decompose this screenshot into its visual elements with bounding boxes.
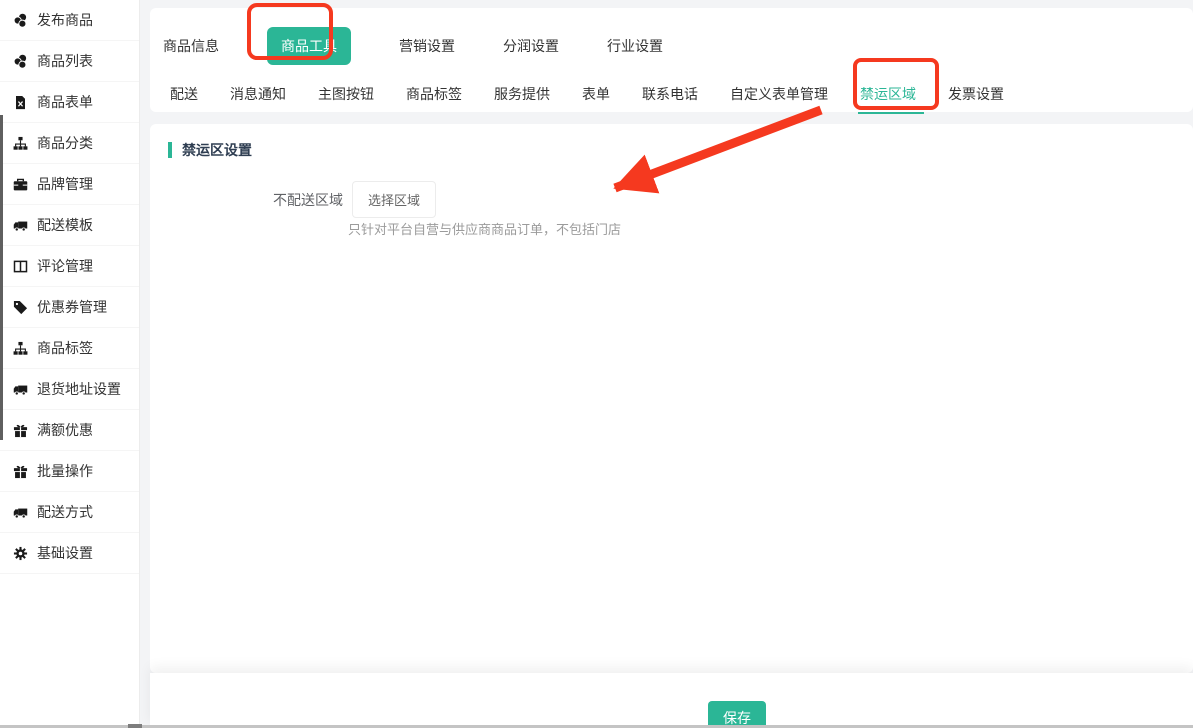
app-window: 发布商品 商品列表 商品表单 商品分类 品牌管理 配送模板 评论管理 优惠券管 (0, 0, 1193, 728)
subtab-delivery[interactable]: 配送 (170, 84, 198, 104)
tabs-panel: 商品信息 商品工具 营销设置 分润设置 行业设置 配送 消息通知 主图按钮 商品… (150, 8, 1193, 112)
sidebar-item-batch-operations[interactable]: 批量操作 (0, 451, 139, 492)
tag-icon (13, 300, 28, 315)
sidebar-item-label: 配送模板 (37, 215, 93, 235)
subtab-contact-phone[interactable]: 联系电话 (642, 84, 698, 104)
section-accent-bar (168, 142, 172, 158)
no-delivery-region-row: 不配送区域 选择区域 (273, 181, 436, 218)
subtab-custom-form-management[interactable]: 自定义表单管理 (730, 84, 828, 104)
sidebar-item-label: 品牌管理 (37, 174, 93, 194)
tab-product-tools[interactable]: 商品工具 (267, 27, 351, 65)
sidebar-item-label: 退货地址设置 (37, 379, 121, 399)
vertical-scrollbar[interactable] (0, 115, 3, 440)
sidebar: 发布商品 商品列表 商品表单 商品分类 品牌管理 配送模板 评论管理 优惠券管 (0, 0, 140, 728)
columns-icon (13, 259, 28, 274)
secondary-tab-bar: 配送 消息通知 主图按钮 商品标签 服务提供 表单 联系电话 自定义表单管理 禁… (170, 84, 1004, 104)
file-icon (13, 95, 28, 110)
sidebar-item-comment-management[interactable]: 评论管理 (0, 246, 139, 287)
subtab-message-notification[interactable]: 消息通知 (230, 84, 286, 104)
embargo-settings-panel: 禁运区设置 不配送区域 选择区域 只针对平台自营与供应商商品订单，不包括门店 (150, 124, 1193, 673)
sidebar-item-full-amount-discount[interactable]: 满额优惠 (0, 410, 139, 451)
sidebar-item-label: 配送方式 (37, 502, 93, 522)
tab-product-info[interactable]: 商品信息 (163, 36, 219, 56)
sidebar-item-label: 优惠券管理 (37, 297, 107, 317)
sidebar-item-label: 商品列表 (37, 51, 93, 71)
sidebar-item-product-tags[interactable]: 商品标签 (0, 328, 139, 369)
subtab-service-provision[interactable]: 服务提供 (494, 84, 550, 104)
subtab-product-tags[interactable]: 商品标签 (406, 84, 462, 104)
subtab-invoice-settings[interactable]: 发票设置 (948, 84, 1004, 104)
tab-marketing-settings[interactable]: 营销设置 (399, 36, 455, 56)
sitemap-icon (13, 136, 28, 151)
choose-region-button[interactable]: 选择区域 (352, 181, 436, 218)
sidebar-item-basic-settings[interactable]: 基础设置 (0, 533, 139, 574)
truck-icon (13, 218, 28, 233)
sidebar-item-label: 商品标签 (37, 338, 93, 358)
tab-industry-settings[interactable]: 行业设置 (607, 36, 663, 56)
scrollbar-corner (128, 724, 142, 728)
save-button[interactable]: 保存 (708, 701, 766, 728)
subtab-embargo-region[interactable]: 禁运区域 (860, 84, 916, 104)
sidebar-item-label: 发布商品 (37, 10, 93, 30)
sidebar-item-return-address-settings[interactable]: 退货地址设置 (0, 369, 139, 410)
sidebar-item-label: 批量操作 (37, 461, 93, 481)
section-header: 禁运区设置 (168, 140, 252, 160)
footer-bar: 保存 (150, 673, 1193, 728)
primary-tab-bar: 商品信息 商品工具 营销设置 分润设置 行业设置 (163, 26, 663, 66)
sidebar-item-label: 满额优惠 (37, 420, 93, 440)
no-delivery-region-label: 不配送区域 (273, 190, 343, 210)
toolbox-icon (13, 177, 28, 192)
truck-icon (13, 505, 28, 520)
sidebar-item-product-category[interactable]: 商品分类 (0, 123, 139, 164)
subtab-main-image-button[interactable]: 主图按钮 (318, 84, 374, 104)
sidebar-item-product-list[interactable]: 商品列表 (0, 41, 139, 82)
subtab-form[interactable]: 表单 (582, 84, 610, 104)
sidebar-item-brand-management[interactable]: 品牌管理 (0, 164, 139, 205)
gift-icon (13, 464, 28, 479)
sidebar-item-label: 评论管理 (37, 256, 93, 276)
truck-icon (13, 382, 28, 397)
coins-icon (13, 13, 28, 28)
sidebar-item-label: 商品分类 (37, 133, 93, 153)
sidebar-item-delivery-method[interactable]: 配送方式 (0, 492, 139, 533)
sidebar-item-publish-product[interactable]: 发布商品 (0, 0, 139, 41)
gift-icon (13, 423, 28, 438)
sidebar-item-product-form[interactable]: 商品表单 (0, 82, 139, 123)
sidebar-item-label: 基础设置 (37, 543, 93, 563)
tab-profit-sharing-settings[interactable]: 分润设置 (503, 36, 559, 56)
sidebar-item-delivery-template[interactable]: 配送模板 (0, 205, 139, 246)
sitemap-icon (13, 341, 28, 356)
sidebar-item-label: 商品表单 (37, 92, 93, 112)
helper-text: 只针对平台自营与供应商商品订单，不包括门店 (348, 219, 621, 238)
sidebar-item-coupon-management[interactable]: 优惠券管理 (0, 287, 139, 328)
section-title: 禁运区设置 (182, 140, 252, 160)
coins-icon (13, 54, 28, 69)
gear-icon (13, 546, 28, 561)
